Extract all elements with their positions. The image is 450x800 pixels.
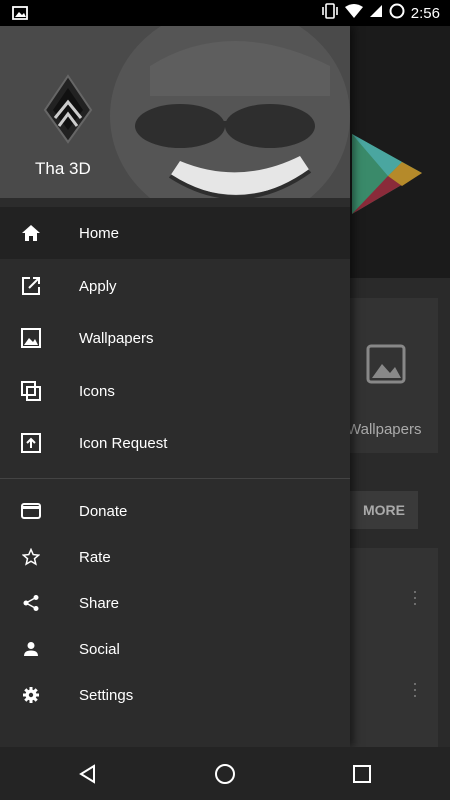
drawer-header: Tha 3D <box>0 26 350 198</box>
image-icon <box>20 327 42 349</box>
person-icon <box>20 638 42 660</box>
upload-icon <box>20 432 42 454</box>
menu-item-label: Rate <box>79 548 111 566</box>
copy-icon <box>20 380 42 402</box>
recents-icon <box>353 765 371 783</box>
cell-signal-icon <box>369 4 383 22</box>
menu-item-label: Share <box>79 594 120 612</box>
background-list-card: · · · · · · <box>350 548 438 747</box>
menu-item-social[interactable]: Social <box>0 626 350 672</box>
image-notification-icon <box>12 5 28 26</box>
vibrate-icon <box>321 3 339 23</box>
menu-item-label: Icons <box>79 382 115 400</box>
menu-item-label: Apply <box>79 277 117 295</box>
menu-item-label: Home <box>79 224 120 242</box>
clock-time: 2:56 <box>410 4 440 22</box>
overflow-menu-icon[interactable]: · · · <box>412 674 418 704</box>
menu-item-home[interactable]: Home <box>0 207 350 259</box>
drawer-title: Tha 3D <box>35 159 91 178</box>
menu-item-icon-request[interactable]: Icon Request <box>0 417 350 469</box>
gear-icon <box>20 684 42 706</box>
battery-icon <box>389 3 405 23</box>
system-navigation-bar <box>0 747 450 800</box>
background-more-button[interactable]: MORE <box>350 491 418 529</box>
wifi-icon <box>344 3 363 23</box>
navigation-drawer: Tha 3D Home Apply Wallpapers Icons Icon … <box>0 26 350 747</box>
share-icon <box>20 592 42 614</box>
menu-divider <box>0 478 350 479</box>
menu-item-donate[interactable]: Donate <box>0 488 350 534</box>
menu-item-label: Wallpapers <box>79 329 154 347</box>
back-icon <box>79 764 95 784</box>
star-icon <box>20 546 42 568</box>
open-in-new-icon <box>20 275 42 297</box>
home-button[interactable] <box>208 757 242 791</box>
play-store-logo-icon <box>352 134 422 214</box>
back-button[interactable] <box>71 757 105 791</box>
status-bar: 2:56 <box>0 0 450 26</box>
menu-item-apply[interactable]: Apply <box>0 260 350 312</box>
menu-item-label: Donate <box>79 502 128 520</box>
menu-item-rate[interactable]: Rate <box>0 534 350 580</box>
overflow-menu-icon[interactable]: · · · <box>412 582 418 612</box>
home-circle-icon <box>215 764 235 784</box>
background-hero <box>350 26 450 278</box>
card-icon <box>20 500 42 522</box>
app-logo-icon <box>43 74 93 144</box>
menu-item-wallpapers[interactable]: Wallpapers <box>0 312 350 364</box>
home-icon <box>20 222 42 244</box>
menu-item-icons[interactable]: Icons <box>0 365 350 417</box>
recents-button[interactable] <box>345 757 379 791</box>
background-card-label: Wallpapers <box>347 421 422 438</box>
menu-item-label: Settings <box>79 686 134 704</box>
menu-item-settings[interactable]: Settings <box>0 672 350 718</box>
menu-item-label: Social <box>79 640 120 658</box>
image-icon <box>366 344 406 384</box>
menu-item-share[interactable]: Share <box>0 580 350 626</box>
menu-item-label: Icon Request <box>79 434 168 452</box>
